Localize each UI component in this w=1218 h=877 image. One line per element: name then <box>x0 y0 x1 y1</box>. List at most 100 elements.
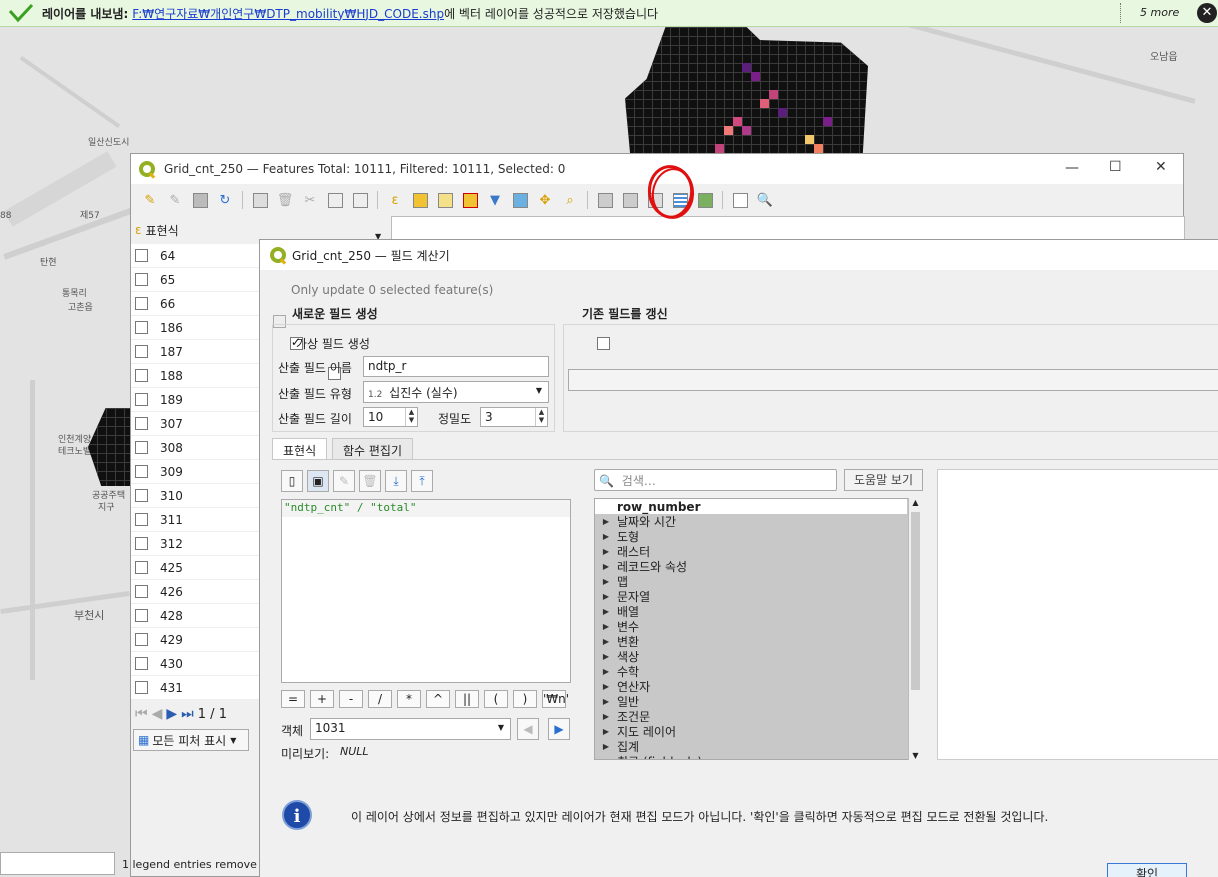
tab-function-editor[interactable]: 함수 편집기 <box>332 438 414 460</box>
next-feature-icon[interactable]: ▶ <box>548 718 570 740</box>
move-selection-top-icon[interactable] <box>509 189 531 211</box>
expand-arrow-icon[interactable]: ▶ <box>595 562 617 571</box>
row-select-checkbox[interactable] <box>135 441 148 454</box>
paste-icon[interactable] <box>349 189 371 211</box>
row-select-checkbox[interactable] <box>135 393 148 406</box>
cut-icon[interactable]: ✂ <box>299 189 321 211</box>
delete-field-icon[interactable] <box>619 189 641 211</box>
table-row[interactable]: 187 <box>131 340 261 364</box>
add-feature-icon[interactable] <box>249 189 271 211</box>
row-select-checkbox[interactable] <box>135 561 148 574</box>
expand-arrow-icon[interactable]: ▶ <box>595 607 617 616</box>
tab-expression[interactable]: 표현식 <box>272 438 328 460</box>
scroll-down-icon[interactable]: ▼ <box>909 751 922 760</box>
select-by-expression-icon[interactable]: ε <box>384 189 406 211</box>
row-select-checkbox[interactable] <box>135 345 148 358</box>
close-icon[interactable]: ✕ <box>1197 3 1217 23</box>
tree-item[interactable]: ▶ 수학 <box>595 664 921 679</box>
pan-to-selection-icon[interactable]: ✥ <box>534 189 556 211</box>
actions-search-icon[interactable]: 🔍 <box>754 189 776 211</box>
operator-button[interactable]: ( <box>484 690 508 708</box>
operator-button[interactable]: ^ <box>426 690 450 708</box>
minimize-button[interactable]: — <box>1065 160 1079 176</box>
precision-spinbox[interactable]: 3 ▲ ▼ <box>480 407 548 427</box>
expand-arrow-icon[interactable]: ▶ <box>595 622 617 631</box>
expand-arrow-icon[interactable]: ▶ <box>595 742 617 751</box>
row-select-checkbox[interactable] <box>135 585 148 598</box>
expand-arrow-icon[interactable]: ▶ <box>595 532 617 541</box>
message-more-link[interactable]: 5 more <box>1140 6 1179 19</box>
expand-arrow-icon[interactable]: ▶ <box>595 697 617 706</box>
table-row[interactable]: 309 <box>131 460 261 484</box>
table-row[interactable]: 188 <box>131 364 261 388</box>
operator-button[interactable]: + <box>310 690 334 708</box>
operator-button[interactable]: ) <box>513 690 537 708</box>
tree-item[interactable]: ▶ 문자열 <box>595 589 921 604</box>
maximize-button[interactable]: ☐ <box>1109 159 1122 175</box>
output-type-select[interactable]: 1.2 십진수 (실수) ▼ <box>363 381 549 403</box>
tree-item[interactable]: ▶ 연산자 <box>595 679 921 694</box>
function-tree-scrollbar[interactable]: ▲ ▼ <box>908 498 922 760</box>
ok-button[interactable]: 확인 <box>1107 863 1187 877</box>
expand-arrow-icon[interactable]: ▶ <box>595 547 617 556</box>
row-select-checkbox[interactable] <box>135 681 148 694</box>
tree-item[interactable]: ▶ 일반 <box>595 694 921 709</box>
expression-editor[interactable]: "ndtp_cnt" / "total" <box>281 499 571 683</box>
operator-button[interactable]: || <box>455 690 479 708</box>
scroll-up-icon[interactable]: ▲ <box>909 498 922 507</box>
delete-feature-icon[interactable]: 🗑 <box>274 189 296 211</box>
table-row[interactable]: 189 <box>131 388 261 412</box>
table-row[interactable]: 186 <box>131 316 261 340</box>
save-file-icon[interactable]: ▣ <box>307 470 329 492</box>
operator-button[interactable]: * <box>397 690 421 708</box>
row-select-checkbox[interactable] <box>135 657 148 670</box>
prev-page-icon[interactable]: ◀ <box>152 706 163 722</box>
expand-arrow-icon[interactable]: ▶ <box>595 682 617 691</box>
message-path-link[interactable]: F:₩연구자료₩개인연구₩DTP_mobility₩HJD_CODE.shp <box>132 5 444 22</box>
expand-arrow-icon[interactable]: ▶ <box>595 577 617 586</box>
deselect-all-icon[interactable] <box>459 189 481 211</box>
tree-item[interactable]: ▶ 날짜와 시간 <box>595 514 921 529</box>
edit-icon[interactable]: ✎ <box>333 470 355 492</box>
expand-arrow-icon[interactable]: ▶ <box>595 667 617 676</box>
table-row[interactable]: 425 <box>131 556 261 580</box>
row-select-checkbox[interactable] <box>135 321 148 334</box>
dock-table-icon[interactable] <box>729 189 751 211</box>
tree-item[interactable]: ▶ 조건문 <box>595 709 921 724</box>
row-select-checkbox[interactable] <box>135 465 148 478</box>
invert-selection-icon[interactable] <box>434 189 456 211</box>
help-button[interactable]: 도움말 보기 <box>844 469 923 491</box>
expand-arrow-icon[interactable]: ▶ <box>595 757 617 759</box>
scroll-thumb[interactable] <box>911 512 920 690</box>
row-select-checkbox[interactable] <box>135 513 148 526</box>
operator-button[interactable]: - <box>339 690 363 708</box>
tree-item[interactable]: ▶ 래스터 <box>595 544 921 559</box>
output-name-input[interactable]: ndtp_r <box>363 356 549 377</box>
locator-input[interactable] <box>0 852 115 875</box>
tree-item[interactable]: ▶ 레코드와 속성 <box>595 559 921 574</box>
feature-select[interactable]: 1031 ▼ <box>310 718 511 740</box>
operator-button[interactable]: '₩n' <box>542 690 569 708</box>
output-length-spinbox[interactable]: 10 ▲ ▼ <box>363 407 418 427</box>
expand-arrow-icon[interactable]: ▶ <box>595 517 617 526</box>
table-row[interactable]: 307 <box>131 412 261 436</box>
tree-item[interactable]: ▶최근 (fieldcalc) <box>595 754 921 759</box>
table-row[interactable]: 308 <box>131 436 261 460</box>
toggle-edit-pencil-icon[interactable]: ✎ <box>139 189 161 211</box>
row-select-checkbox[interactable] <box>135 273 148 286</box>
function-search-input[interactable]: 🔍 검색… <box>594 469 837 491</box>
delete-icon[interactable]: 🗑 <box>359 470 381 492</box>
tree-item[interactable]: ▶ 도형 <box>595 529 921 544</box>
row-select-checkbox[interactable] <box>135 609 148 622</box>
existing-field-combo[interactable] <box>568 369 1218 391</box>
table-row[interactable]: 428 <box>131 604 261 628</box>
table-row[interactable]: 429 <box>131 628 261 652</box>
table-row[interactable]: 310 <box>131 484 261 508</box>
last-page-icon[interactable]: ⏭ <box>181 706 194 722</box>
expand-arrow-icon[interactable]: ▶ <box>595 652 617 661</box>
table-row[interactable]: 312 <box>131 532 261 556</box>
zoom-to-selection-icon[interactable]: ⌕ <box>559 189 581 211</box>
row-select-checkbox[interactable] <box>135 417 148 430</box>
show-all-features-dropdown[interactable]: ▦ 모든 피처 표시 ▼ <box>133 729 249 751</box>
table-row[interactable]: 311 <box>131 508 261 532</box>
